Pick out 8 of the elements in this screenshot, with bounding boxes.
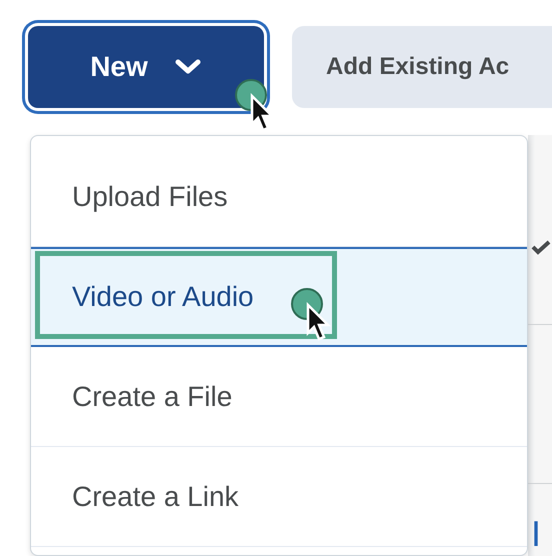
add-existing-button[interactable]: Add Existing Ac — [292, 26, 552, 108]
checkmark-icon — [531, 239, 551, 255]
menu-item[interactable]: Create a Link — [31, 447, 527, 547]
chevron-down-icon — [174, 58, 202, 76]
menu-item[interactable]: Create a File — [31, 347, 527, 447]
new-button[interactable]: New — [28, 26, 264, 108]
link-text[interactable]: I — [531, 516, 552, 552]
menu-item[interactable]: Video or Audio — [31, 247, 527, 347]
